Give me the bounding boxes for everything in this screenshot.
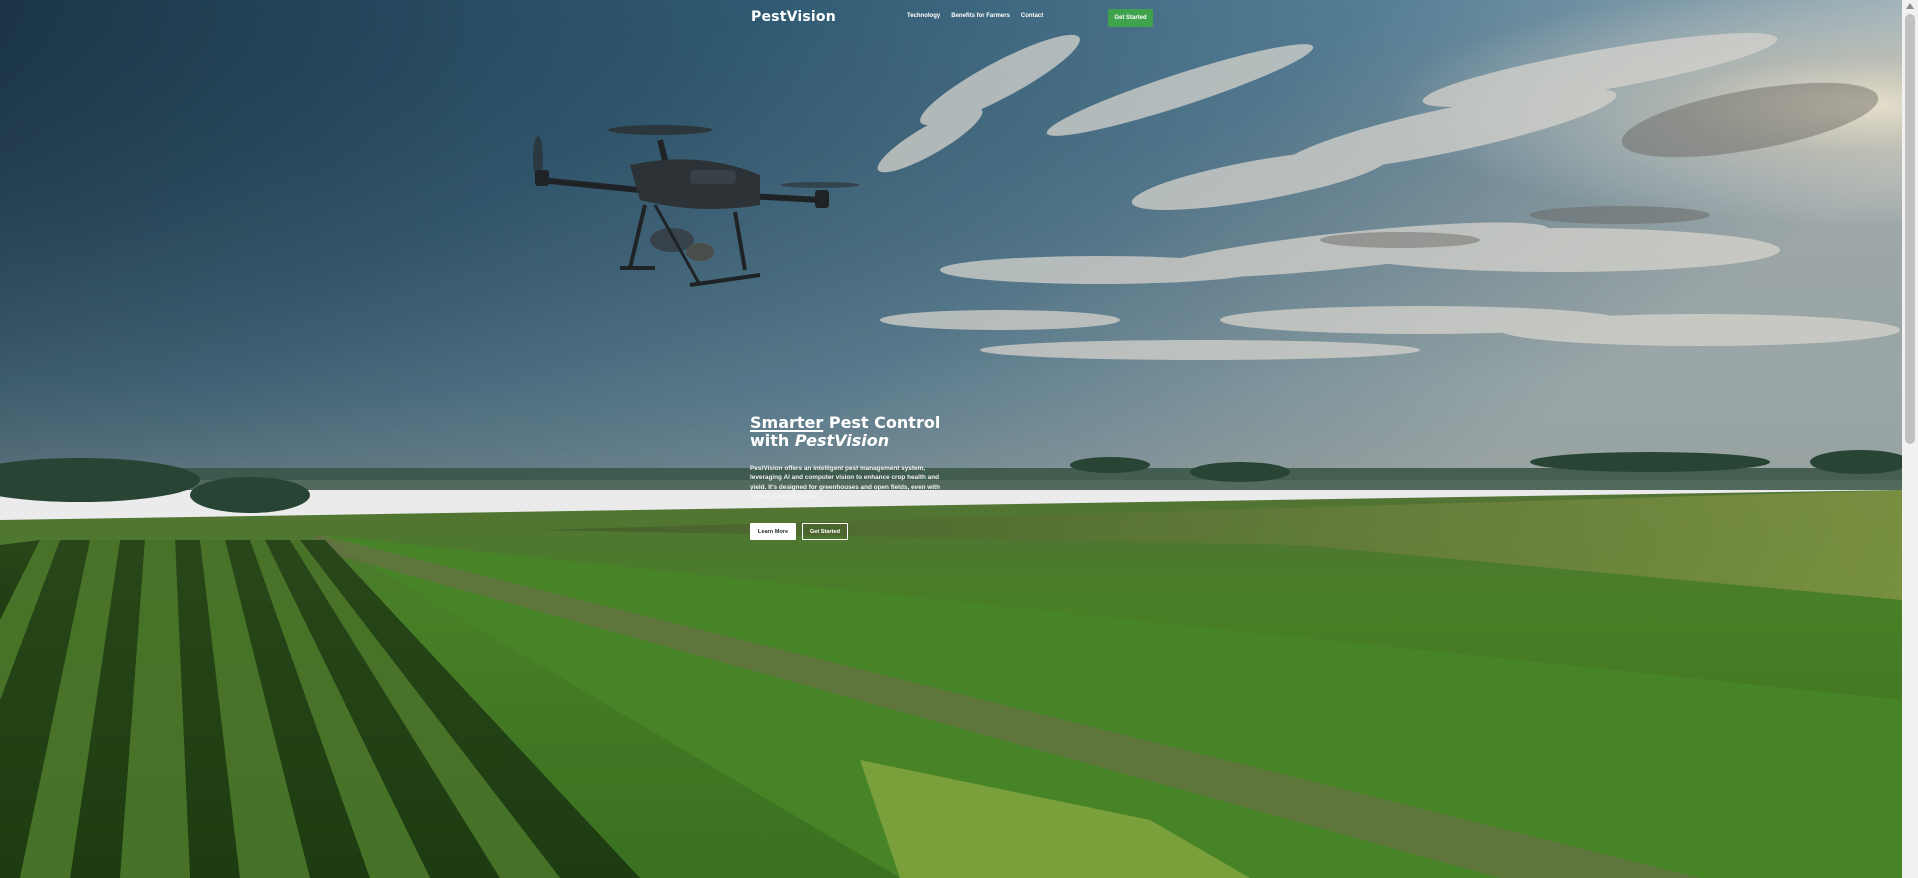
learn-more-button[interactable]: Learn More	[750, 523, 796, 540]
hero-buttons: Learn More Get Started	[750, 523, 848, 540]
scrollbar-thumb[interactable]	[1905, 14, 1915, 444]
logo[interactable]: PestVision	[751, 9, 836, 25]
hero-title: Smarter Pest Control with PestVision	[750, 414, 970, 450]
nav-link-benefits-for-farmers[interactable]: Benefits for Farmers	[951, 13, 1010, 19]
hero-title-brand: PestVision	[794, 431, 890, 450]
nav-get-started-button[interactable]: Get Started	[1108, 9, 1153, 27]
page-scrollbar[interactable]	[1902, 0, 1918, 878]
hero-get-started-button[interactable]: Get Started	[802, 523, 848, 540]
hero-title-highlight: Smarter	[750, 413, 824, 432]
scroll-up-arrow-icon[interactable]	[1906, 3, 1914, 9]
hero-section: Smarter Pest Control with PestVision Pes…	[750, 414, 970, 502]
hero-title-prefix: with	[750, 431, 795, 450]
nav-links: Technology Benefits for Farmers Contact	[907, 13, 1043, 19]
hero-description: PestVision offers an intelligent pest ma…	[750, 465, 941, 501]
hero-title-rest: Pest Control	[823, 413, 941, 432]
nav-link-contact[interactable]: Contact	[1021, 13, 1043, 19]
nav-link-technology[interactable]: Technology	[907, 13, 940, 19]
top-navigation: PestVision Technology Benefits for Farme…	[0, 0, 1902, 36]
landing-page: PestVision Technology Benefits for Farme…	[0, 0, 1918, 878]
